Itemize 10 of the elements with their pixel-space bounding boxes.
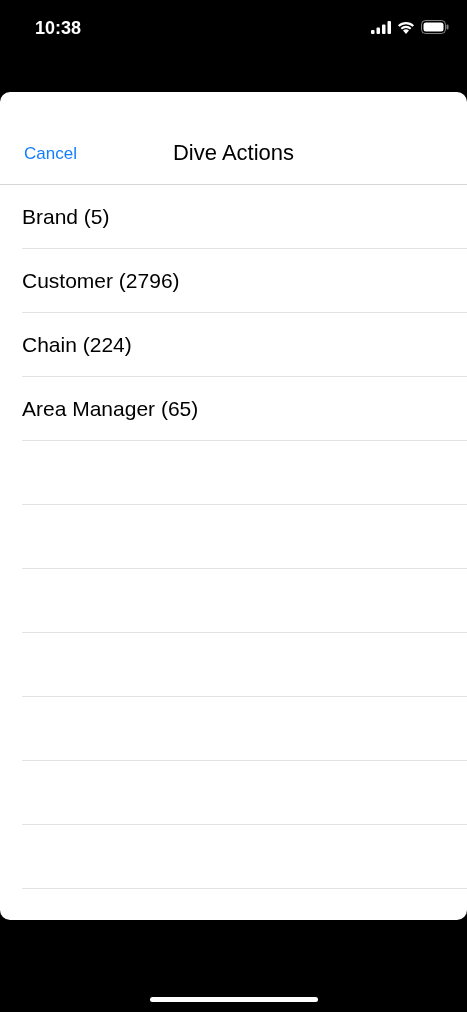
battery-icon [421, 20, 449, 34]
list-item[interactable]: Chain (224) [22, 313, 467, 377]
cancel-button[interactable]: Cancel [24, 144, 77, 164]
signal-icon [371, 20, 391, 34]
sheet-title: Dive Actions [172, 140, 295, 166]
wifi-icon [397, 20, 415, 34]
status-time: 10:38 [35, 18, 82, 38]
list-item[interactable]: Area Manager (65) [22, 377, 467, 441]
list-item[interactable]: Brand (5) [22, 185, 467, 249]
list-item[interactable]: Customer (2796) [22, 249, 467, 313]
